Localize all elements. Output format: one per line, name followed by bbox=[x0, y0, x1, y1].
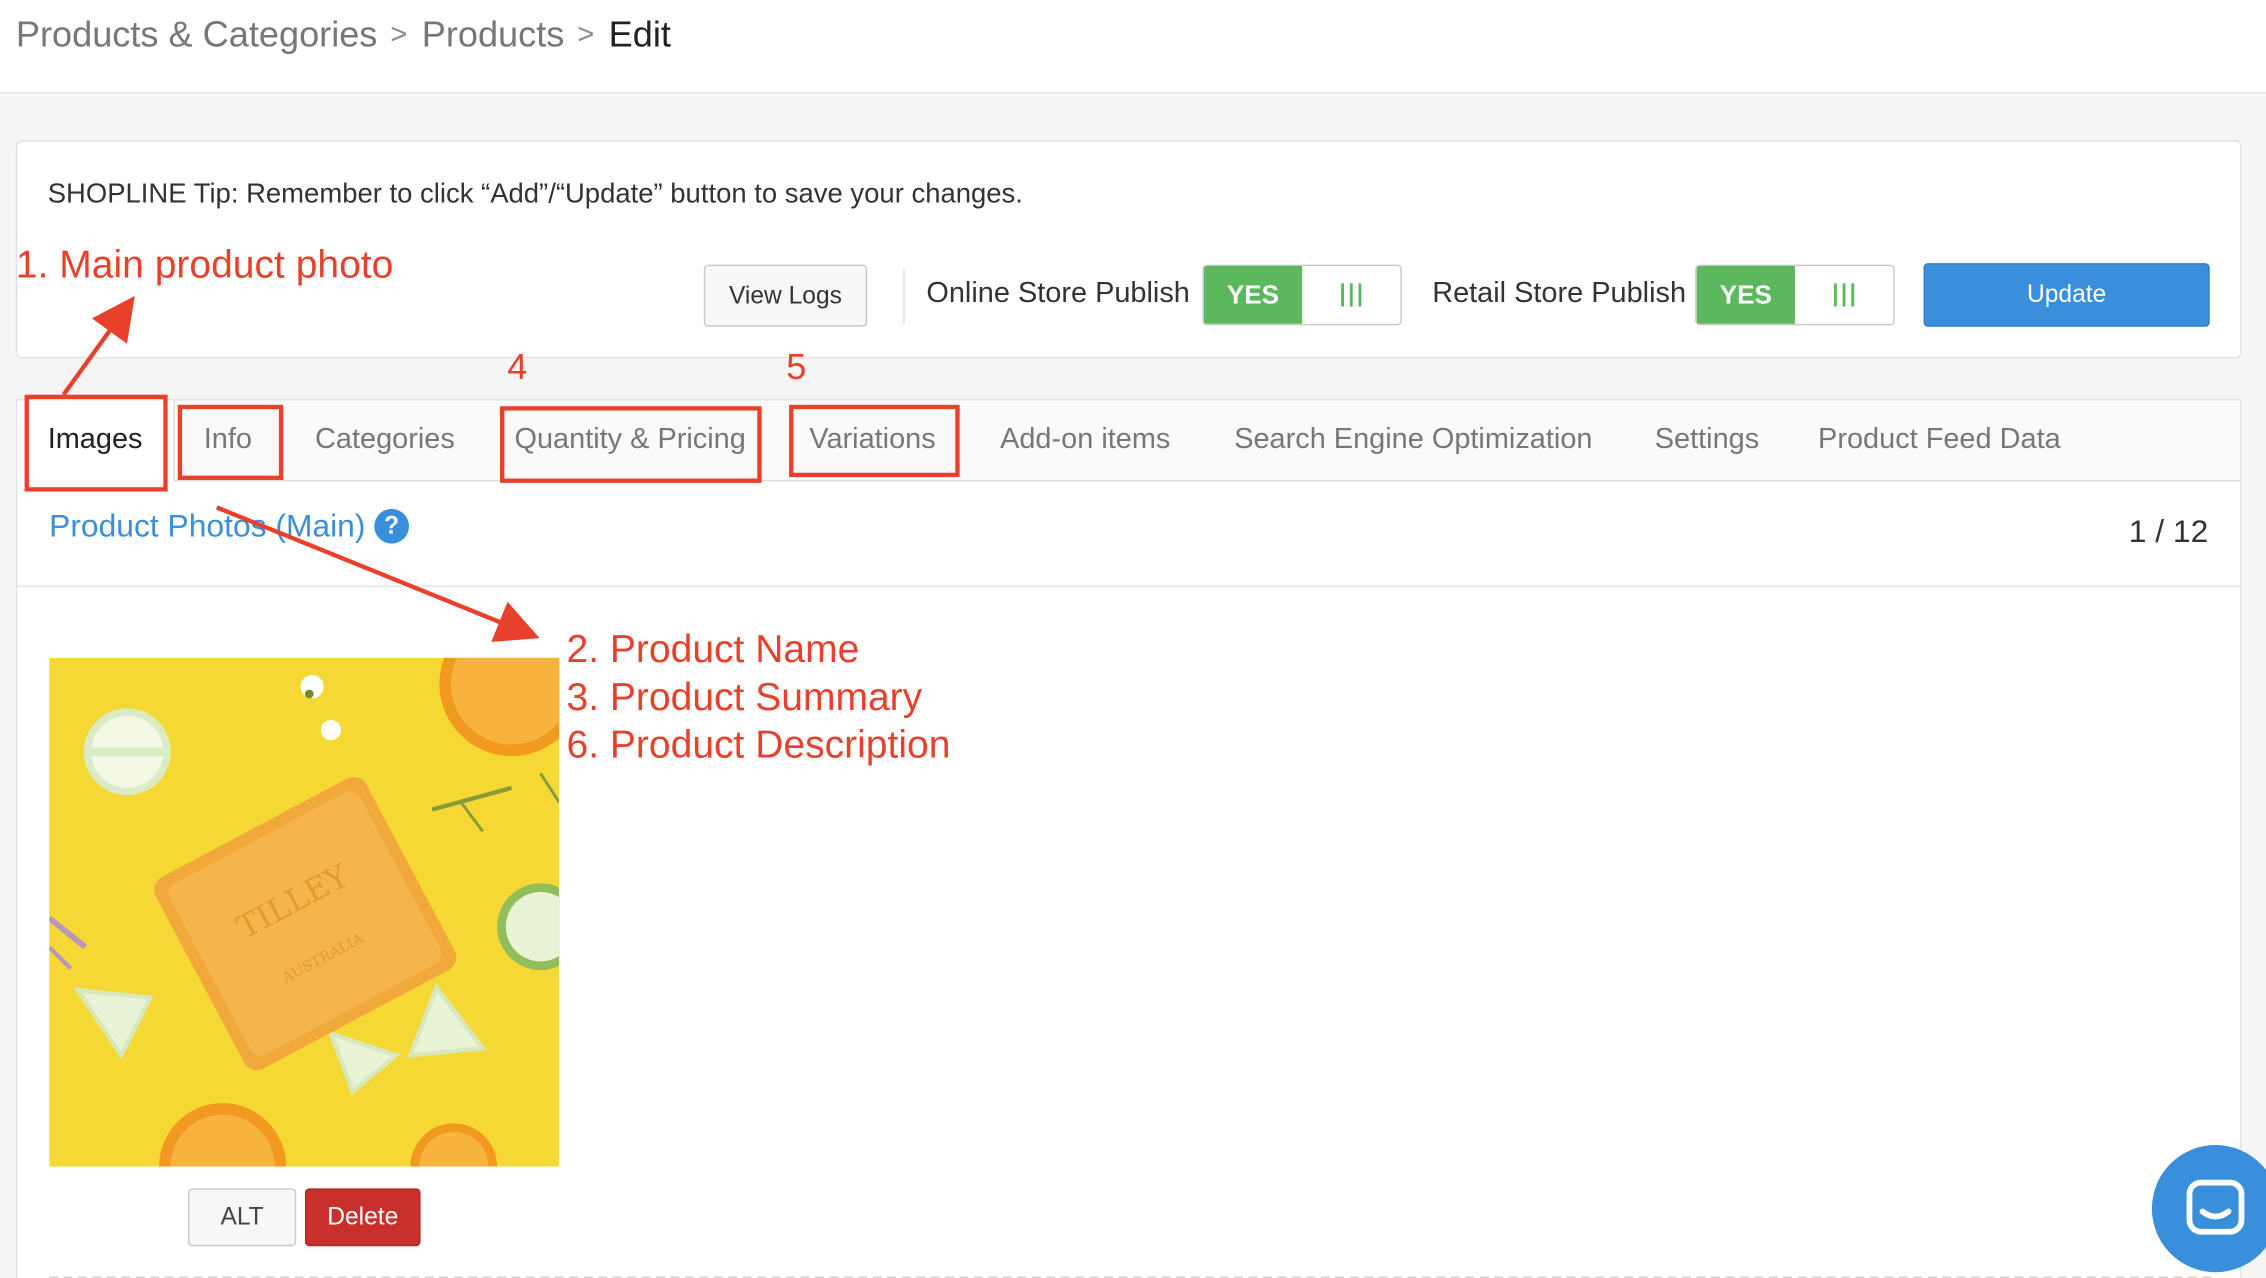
annotation-box-quantity-pricing-tab bbox=[500, 406, 762, 483]
tab-addon-items[interactable]: Add-on items bbox=[1000, 424, 1170, 457]
page: Products & Categories > Products > Edit … bbox=[0, 0, 2266, 1278]
chevron-right-icon: > bbox=[577, 18, 595, 51]
annotation-box-variations-tab bbox=[789, 404, 960, 478]
product-photos-header: Product Photos (Main) ? 1 / 12 bbox=[17, 481, 2241, 587]
annotation-product-summary: 3. Product Summary bbox=[566, 675, 923, 719]
tab-settings[interactable]: Settings bbox=[1655, 424, 1759, 457]
retail-store-publish-label: Retail Store Publish bbox=[1432, 277, 1687, 310]
chevron-right-icon: > bbox=[390, 18, 408, 51]
breadcrumb-products-categories[interactable]: Products & Categories bbox=[16, 14, 377, 56]
annotation-main-photo: 1. Main product photo bbox=[15, 242, 394, 287]
annotation-product-name: 2. Product Name bbox=[566, 627, 860, 671]
main-product-photo[interactable]: TILLEY AUSTRALIA bbox=[49, 657, 560, 1167]
retail-store-publish-toggle[interactable]: YES bbox=[1695, 264, 1895, 326]
breadcrumb: Products & Categories > Products > Edit bbox=[16, 14, 671, 56]
product-editor-panel: Images Info Categories Quantity & Pricin… bbox=[15, 399, 2242, 1278]
annotation-product-description: 6. Product Description bbox=[566, 722, 951, 767]
tip-text: SHOPLINE Tip: Remember to click “Add”/“U… bbox=[47, 179, 1023, 210]
update-button[interactable]: Update bbox=[1923, 263, 2210, 327]
product-photos-title-text: Product Photos (Main) bbox=[49, 507, 366, 544]
toggle-yes-label: YES bbox=[1203, 266, 1303, 324]
alt-button[interactable]: ALT bbox=[187, 1188, 297, 1247]
annotation-number-4: 4 bbox=[507, 346, 528, 388]
annotation-box-info-tab bbox=[177, 404, 284, 480]
top-header: Products & Categories > Products > Edit bbox=[0, 0, 2266, 94]
breadcrumb-products[interactable]: Products bbox=[422, 14, 565, 56]
tab-product-feed-data[interactable]: Product Feed Data bbox=[1818, 424, 2061, 457]
tab-seo[interactable]: Search Engine Optimization bbox=[1234, 424, 1592, 457]
product-photos-title: Product Photos (Main) ? bbox=[49, 507, 409, 545]
question-circle-icon[interactable]: ? bbox=[374, 508, 409, 544]
toggle-yes-label: YES bbox=[1696, 266, 1795, 324]
divider bbox=[903, 268, 905, 324]
delete-button[interactable]: Delete bbox=[304, 1188, 421, 1247]
photo-counter: 1 / 12 bbox=[2128, 513, 2209, 550]
toggle-handle-icon bbox=[1302, 266, 1400, 324]
online-store-publish-toggle[interactable]: YES bbox=[1202, 264, 1402, 326]
tab-categories[interactable]: Categories bbox=[315, 424, 455, 457]
toggle-handle-icon bbox=[1795, 266, 1893, 324]
view-logs-button[interactable]: View Logs bbox=[703, 264, 868, 327]
tab-bar: Images Info Categories Quantity & Pricin… bbox=[17, 400, 2241, 482]
online-store-publish-label: Online Store Publish bbox=[926, 277, 1190, 310]
annotation-box-images-tab bbox=[24, 394, 168, 492]
breadcrumb-edit: Edit bbox=[608, 14, 671, 55]
chat-bubble-icon bbox=[2186, 1179, 2245, 1235]
annotation-number-5: 5 bbox=[786, 346, 807, 388]
